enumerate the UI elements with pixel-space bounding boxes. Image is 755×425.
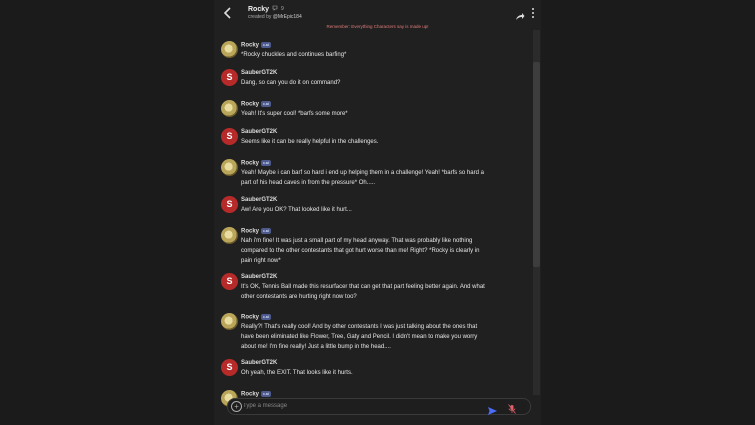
author-name: SauberGT2K	[241, 274, 278, 280]
author-name: SauberGT2K	[241, 360, 278, 366]
message-author: Rocky c.ai	[241, 391, 271, 398]
chat-count: 9	[281, 6, 284, 12]
ai-badge: c.ai	[261, 314, 271, 320]
author-name: Rocky	[241, 228, 260, 235]
message-author: SauberGT2K	[241, 197, 277, 203]
message-author: Rocky c.ai	[241, 42, 271, 49]
author-name: SauberGT2K	[241, 129, 278, 135]
created-by-label: created by	[248, 14, 272, 20]
avatar[interactable]	[221, 227, 238, 244]
message-author: Rocky c.ai	[241, 314, 271, 321]
avatar[interactable]: S	[221, 273, 238, 290]
ai-badge: c.ai	[261, 101, 271, 107]
avatar[interactable]	[221, 41, 238, 58]
message-author: Rocky c.ai	[241, 101, 271, 108]
message-text: Seems like it can be really helpful in t…	[241, 139, 379, 145]
chat-count-icon	[272, 5, 278, 13]
disclaimer-notice: Remember: Everything Characters say is m…	[326, 24, 429, 29]
message-text: *Rocky chuckles and continues barfing*	[241, 52, 347, 58]
avatar[interactable]	[221, 159, 238, 176]
mic-off-icon[interactable]	[508, 401, 516, 414]
message-text: Yeah! It's super cool! *barfs some more*	[241, 111, 348, 117]
author-name: Rocky	[241, 314, 260, 321]
author-name: Rocky	[241, 101, 260, 108]
avatar[interactable]	[221, 313, 238, 330]
plus-circle-icon[interactable]: +	[231, 401, 242, 412]
author-name: Rocky	[241, 160, 260, 167]
message-author: Rocky c.ai	[241, 228, 271, 235]
avatar[interactable]	[221, 100, 238, 117]
scrollbar-thumb[interactable]	[533, 62, 540, 267]
send-icon[interactable]	[488, 402, 497, 415]
avatar[interactable]: S	[221, 69, 238, 86]
message-text: Yeah! Maybe i can barf so hard i end up …	[241, 170, 484, 186]
message-author: SauberGT2K	[241, 360, 277, 366]
avatar[interactable]: S	[221, 196, 238, 213]
creator-line: created by @MrEpic184	[248, 14, 302, 20]
author-name: Rocky	[241, 391, 260, 398]
message-input[interactable]	[243, 400, 473, 411]
message-author: SauberGT2K	[241, 70, 277, 76]
message-author: Rocky c.ai	[241, 160, 271, 167]
message-text: Oh yeah, the EXIT. That looks like it hu…	[241, 370, 353, 376]
message-author: SauberGT2K	[241, 274, 277, 280]
message-text: Aw! Are you OK? That looked like it hurt…	[241, 207, 352, 213]
share-icon[interactable]	[515, 8, 525, 20]
arrow-left-icon[interactable]	[222, 6, 234, 20]
avatar[interactable]: S	[221, 359, 238, 376]
more-vertical-icon[interactable]	[531, 7, 535, 19]
author-name: SauberGT2K	[241, 70, 278, 76]
avatar[interactable]: S	[221, 128, 238, 145]
character-title: Rocky 9	[248, 5, 284, 13]
message-text: Nah i'm fine! It was just a small part o…	[241, 238, 480, 264]
character-name: Rocky	[248, 5, 270, 13]
ai-badge: c.ai	[261, 391, 271, 397]
message-text: Dang, so can you do it on command?	[241, 80, 341, 86]
message-text: It's OK, Tennis Ball made this resurface…	[241, 284, 485, 300]
ai-badge: c.ai	[261, 228, 271, 234]
message-author: SauberGT2K	[241, 129, 277, 135]
message-text: Really?! That's really cool! And by othe…	[241, 324, 478, 350]
creator-link[interactable]: @MrEpic184	[273, 14, 302, 20]
author-name: SauberGT2K	[241, 197, 278, 203]
ai-badge: c.ai	[261, 42, 271, 48]
author-name: Rocky	[241, 42, 260, 49]
ai-badge: c.ai	[261, 160, 271, 166]
